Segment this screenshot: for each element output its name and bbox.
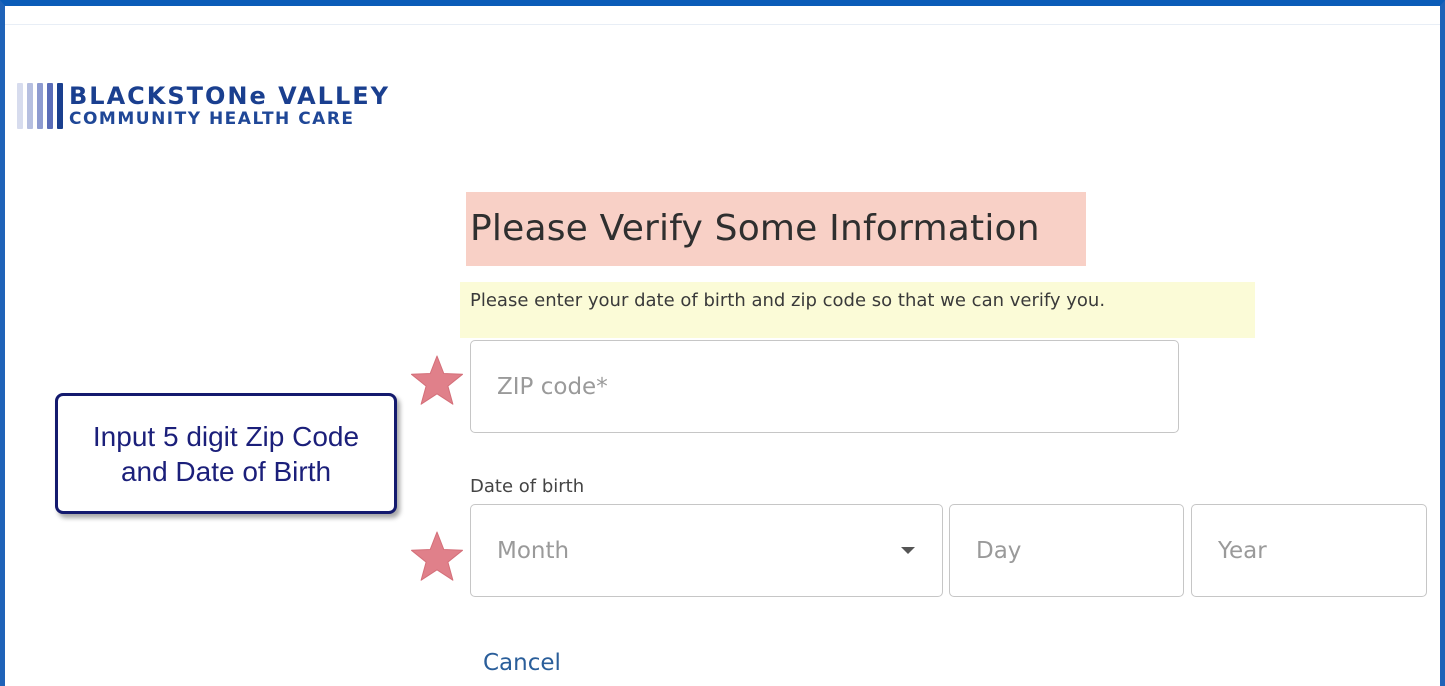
page-title: Please Verify Some Information [470, 208, 1040, 249]
day-input[interactable] [950, 505, 1183, 596]
zip-code-input[interactable] [471, 341, 1178, 432]
zip-code-field[interactable] [470, 340, 1179, 433]
brand-name-line2: COMMUNITY HEALTH CARE [69, 109, 355, 129]
star-marker-icon [411, 355, 463, 405]
year-field[interactable] [1191, 504, 1427, 597]
callout-text: Input 5 digit Zip Code and Date of Birth [92, 420, 360, 487]
frame-top-strip [5, 12, 1440, 25]
brand-name-line1: BLACKSTONe VALLEY [69, 82, 391, 110]
brand-logo: BLACKSTONe VALLEY COMMUNITY HEALTH CARE [17, 82, 390, 130]
star-marker-icon [411, 531, 463, 581]
logo-bars-icon [17, 82, 63, 130]
instruction-callout: Input 5 digit Zip Code and Date of Birth [55, 393, 397, 514]
chevron-down-icon[interactable] [901, 547, 915, 554]
day-field[interactable] [949, 504, 1184, 597]
month-select[interactable]: Month [470, 504, 943, 597]
year-input[interactable] [1192, 505, 1426, 596]
date-of-birth-label: Date of birth [470, 476, 585, 497]
instructions-text: Please enter your date of birth and zip … [470, 290, 1106, 311]
month-placeholder: Month [497, 537, 570, 564]
cancel-link[interactable]: Cancel [483, 650, 561, 676]
